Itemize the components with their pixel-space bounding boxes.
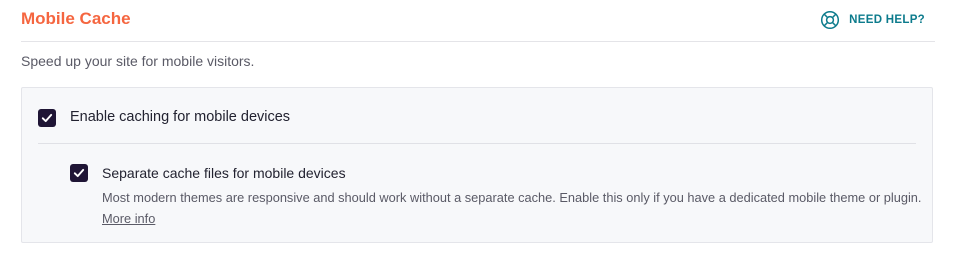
need-help-button[interactable]: NEED HELP? bbox=[820, 10, 925, 30]
settings-panel: Enable caching for mobile devices Separa… bbox=[21, 87, 933, 243]
checkmark-icon bbox=[73, 168, 85, 178]
need-help-label: NEED HELP? bbox=[849, 14, 925, 26]
section-title: Mobile Cache bbox=[21, 9, 131, 28]
separate-cache-checkbox[interactable] bbox=[70, 164, 88, 182]
section-header: Mobile Cache NEED HELP? bbox=[21, 0, 935, 42]
checkmark-icon bbox=[41, 113, 53, 123]
enable-mobile-cache-checkbox[interactable] bbox=[38, 109, 56, 127]
separate-cache-help-text: Most modern themes are responsive and sh… bbox=[102, 187, 922, 229]
lifebuoy-icon bbox=[821, 10, 840, 30]
separate-cache-label[interactable]: Separate cache files for mobile devices bbox=[102, 165, 346, 181]
more-info-link[interactable]: More info bbox=[102, 211, 155, 226]
section-description: Speed up your site for mobile visitors. bbox=[21, 53, 255, 69]
enable-mobile-cache-label[interactable]: Enable caching for mobile devices bbox=[70, 109, 290, 125]
divider bbox=[38, 143, 916, 144]
help-text-body: Most modern themes are responsive and sh… bbox=[102, 190, 922, 205]
